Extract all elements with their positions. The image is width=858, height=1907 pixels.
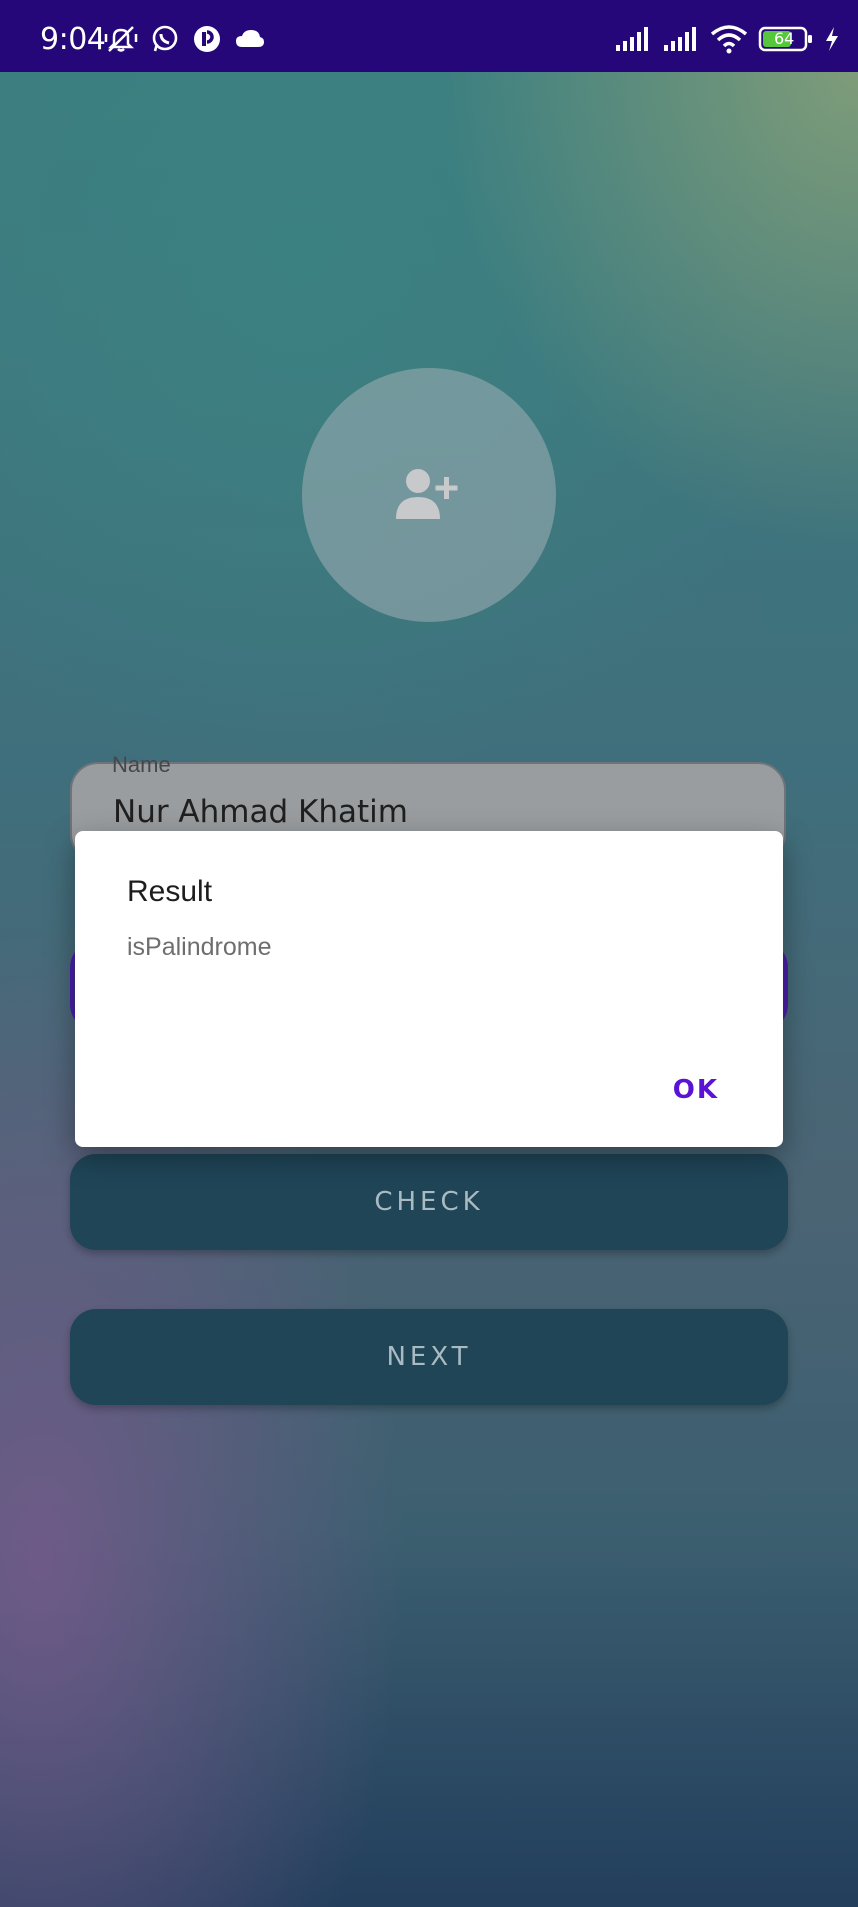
wifi-icon: [710, 24, 748, 58]
result-dialog: Result isPalindrome OK: [75, 831, 783, 1147]
battery-level: 64: [774, 29, 795, 48]
add-photo-button[interactable]: [302, 368, 556, 622]
status-time: 9:04: [40, 22, 106, 57]
charging-icon: [824, 26, 840, 56]
cloud-icon: [234, 27, 266, 55]
name-field-value[interactable]: Nur Ahmad Khatim: [113, 794, 408, 830]
check-button[interactable]: CHECK: [70, 1154, 788, 1250]
app-notification-icon: [192, 24, 222, 58]
whatsapp-icon: [150, 24, 180, 58]
signal-icon: [662, 25, 700, 57]
add-user-icon: [394, 463, 464, 527]
status-bar: 9:04 64: [0, 0, 858, 72]
mute-vibrate-icon: [104, 24, 138, 58]
name-field-label: Name: [112, 752, 171, 777]
battery-icon: 64: [758, 25, 814, 57]
dialog-title: Result: [127, 875, 213, 908]
dialog-message: isPalindrome: [127, 933, 272, 961]
signal-icon: [614, 25, 652, 57]
next-button[interactable]: NEXT: [70, 1309, 788, 1405]
ok-button[interactable]: OK: [673, 1075, 719, 1105]
